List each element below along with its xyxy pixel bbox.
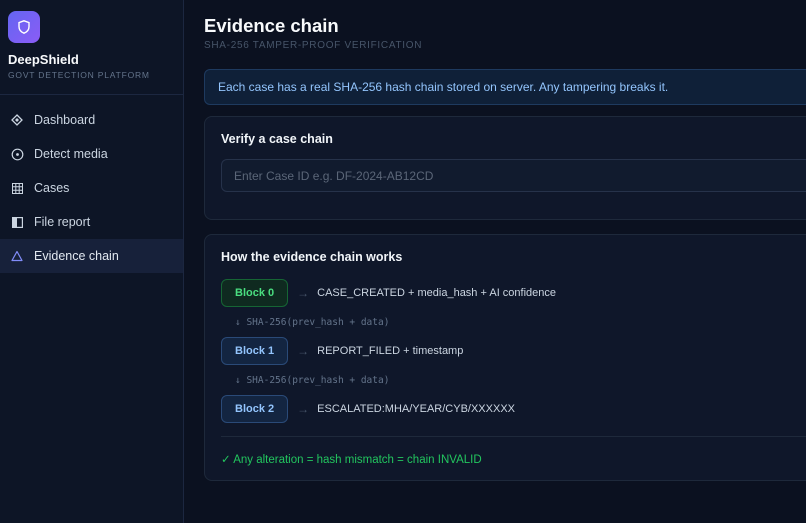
how-it-works-title: How the evidence chain works <box>221 250 403 264</box>
arrow-right-icon: → <box>297 344 310 358</box>
target-circle-icon <box>10 147 24 161</box>
verify-card: Verify a case chain <box>204 116 806 220</box>
block-2-description: ESCALATED:MHA/YEAR/CYB/XXXXXX <box>317 403 515 415</box>
sidebar-item-cases[interactable]: Cases <box>0 171 183 205</box>
sidebar-item-label: Cases <box>34 181 70 195</box>
case-id-input[interactable] <box>221 159 806 192</box>
warning-triangle-icon <box>10 249 24 263</box>
block-0-badge: Block 0 <box>221 279 289 307</box>
brand-subtitle: GOVT DETECTION PLATFORM <box>8 70 150 80</box>
divider <box>221 436 806 437</box>
split-panel-icon <box>10 215 24 229</box>
chain-block-row: Block 1 → REPORT_FILED + timestamp <box>221 337 463 365</box>
brand: DeepShield GOVT DETECTION PLATFORM <box>0 0 183 95</box>
integrity-note: ✓ Any alteration = hash mismatch = chain… <box>221 454 482 466</box>
brand-name: DeepShield <box>8 52 79 67</box>
arrow-right-icon: → <box>297 402 310 416</box>
page-title: Evidence chain <box>204 15 339 36</box>
sidebar-item-label: Dashboard <box>34 113 96 127</box>
sidebar-nav: Dashboard Detect media Cases File report… <box>0 95 183 273</box>
sidebar-item-detect-media[interactable]: Detect media <box>0 137 183 171</box>
chain-block-row: Block 0 → CASE_CREATED + media_hash + AI… <box>221 279 556 307</box>
block-2-badge: Block 2 <box>221 395 289 423</box>
grid-icon <box>10 181 24 195</box>
block-0-description: CASE_CREATED + media_hash + AI confidenc… <box>317 287 557 299</box>
shield-logo-icon <box>8 11 40 43</box>
block-1-description: REPORT_FILED + timestamp <box>317 345 464 357</box>
chain-block-row: Block 2 → ESCALATED:MHA/YEAR/CYB/XXXXXX <box>221 395 515 423</box>
hash-link-text: ↓ SHA-256(prev_hash + data) <box>235 375 390 386</box>
sidebar-item-label: Evidence chain <box>34 249 119 263</box>
page-subtitle: SHA-256 TAMPER-PROOF VERIFICATION <box>204 40 423 51</box>
diamond-icon <box>10 113 24 127</box>
sidebar-item-file-report[interactable]: File report <box>0 205 183 239</box>
block-1-badge: Block 1 <box>221 337 289 365</box>
sidebar-item-label: Detect media <box>34 147 108 161</box>
sidebar-item-dashboard[interactable]: Dashboard <box>0 103 183 137</box>
verify-card-title: Verify a case chain <box>221 132 333 146</box>
sidebar-item-evidence-chain[interactable]: Evidence chain <box>0 239 183 273</box>
arrow-right-icon: → <box>297 286 310 300</box>
sidebar-item-label: File report <box>34 215 91 229</box>
info-banner: Each case has a real SHA-256 hash chain … <box>204 69 806 105</box>
sidebar: DeepShield GOVT DETECTION PLATFORM Dashb… <box>0 0 184 523</box>
hash-link-text: ↓ SHA-256(prev_hash + data) <box>235 317 390 328</box>
how-it-works-card: How the evidence chain works Block 0 → C… <box>204 234 806 481</box>
